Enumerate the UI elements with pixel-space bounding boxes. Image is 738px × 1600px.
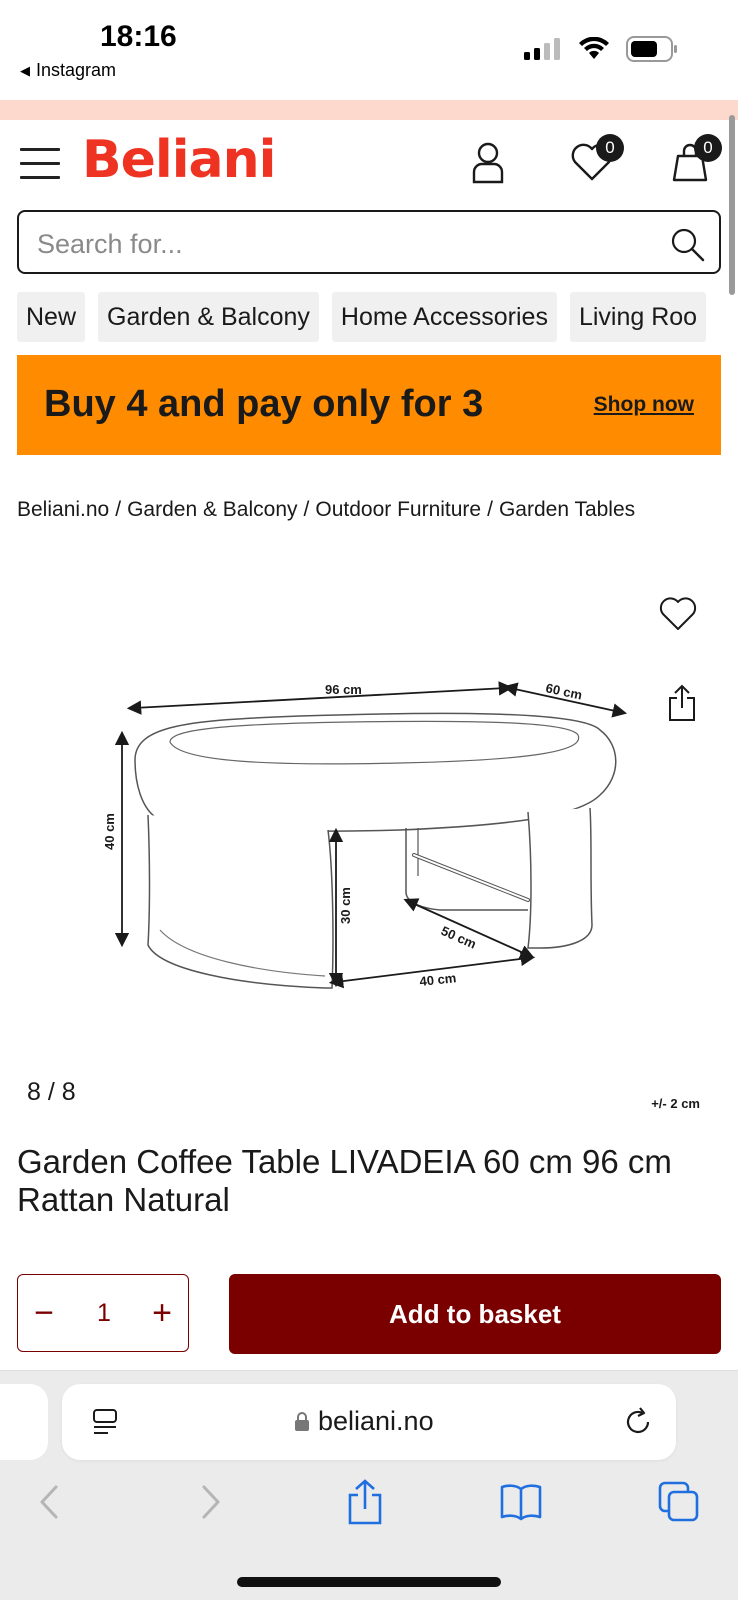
scroll-indicator	[729, 115, 735, 295]
category-home-accessories[interactable]: Home Accessories	[331, 292, 557, 342]
promo-banner[interactable]: Buy 4 and pay only for 3 Shop now	[17, 355, 721, 455]
dim-height-label: 40 cm	[102, 813, 117, 850]
promo-strip	[0, 100, 738, 120]
cart-icon[interactable]: 0	[668, 134, 722, 184]
breadcrumb-home[interactable]: Beliani.no	[17, 498, 109, 521]
shop-now-link[interactable]: Shop now	[594, 393, 694, 417]
wifi-icon	[579, 37, 609, 59]
dimension-tolerance: +/- 2 cm	[651, 1096, 700, 1111]
category-garden-balcony[interactable]: Garden & Balcony	[98, 292, 319, 342]
category-living-room[interactable]: Living Roo	[569, 292, 707, 342]
breadcrumb: Beliani.no / Garden & Balcony / Outdoor Furn…	[17, 498, 635, 522]
breadcrumb-separator: /	[115, 498, 122, 521]
add-to-basket-button[interactable]: Add to basket	[229, 1274, 721, 1354]
cellular-signal-icon	[524, 38, 560, 60]
dim-inner-height-label: 30 cm	[338, 887, 353, 924]
beliani-logo[interactable]: Beliani	[82, 130, 276, 190]
browser-nav-row	[0, 1479, 738, 1529]
home-indicator	[237, 1577, 501, 1587]
dim-inner-depth-label: 50 cm	[439, 923, 479, 952]
breadcrumb-garden-tables[interactable]: Garden Tables	[499, 498, 635, 521]
battery-icon	[626, 36, 677, 62]
back-app-label: Instagram	[36, 60, 117, 80]
breadcrumb-separator: /	[303, 498, 310, 521]
search-placeholder: Search for...	[37, 229, 183, 259]
status-bar: 18:16 ◀ Instagram	[0, 0, 738, 100]
back-chevron-icon[interactable]	[30, 1479, 72, 1525]
dim-inner-width-label: 40 cm	[419, 970, 457, 989]
account-icon[interactable]	[466, 140, 510, 184]
dimension-drawing: 96 cm 60 cm 40 cm 30 cm 50 cm 40 cm	[102, 680, 628, 989]
status-time: 18:16	[100, 20, 177, 53]
status-icons	[524, 36, 678, 62]
site-header: Beliani 0 0	[0, 120, 738, 200]
hamburger-menu-icon[interactable]	[20, 148, 60, 180]
share-icon[interactable]	[666, 684, 698, 722]
previous-tab-peek[interactable]	[0, 1384, 48, 1460]
category-nav: New Garden & Balcony Home Accessories Livin…	[17, 292, 721, 344]
product-title: Garden Coffee Table LIVADEIA 60 cm 96 cm…	[17, 1143, 672, 1218]
promo-banner-text: Buy 4 and pay only for 3	[44, 383, 484, 425]
product-image-gallery[interactable]: 96 cm 60 cm 40 cm 30 cm 50 cm 40 cm 8 / …	[0, 580, 738, 1111]
wishlist-count-badge: 0	[596, 134, 624, 162]
page-menu-icon[interactable]	[90, 1406, 122, 1438]
search-icon[interactable]	[669, 226, 705, 262]
url-display[interactable]: beliani.no	[294, 1406, 434, 1437]
dim-length-label: 96 cm	[325, 682, 362, 697]
cart-count-badge: 0	[694, 134, 722, 162]
breadcrumb-garden-balcony[interactable]: Garden & Balcony	[127, 498, 297, 521]
url-text: beliani.no	[318, 1406, 434, 1436]
share-sheet-icon[interactable]	[344, 1479, 386, 1525]
safari-toolbar: beliani.no	[0, 1371, 738, 1600]
increase-quantity-button[interactable]: +	[144, 1293, 180, 1333]
forward-chevron-icon[interactable]	[188, 1479, 230, 1525]
image-counter: 8 / 8	[27, 1078, 76, 1106]
back-triangle-icon: ◀	[20, 62, 30, 78]
tabs-icon[interactable]	[658, 1479, 700, 1525]
add-to-wishlist-icon[interactable]	[658, 594, 698, 634]
lock-icon	[295, 1411, 309, 1431]
bookmarks-icon[interactable]	[500, 1479, 542, 1525]
search-input[interactable]: Search for...	[17, 210, 721, 274]
back-to-app[interactable]: ◀ Instagram	[20, 60, 116, 81]
quantity-input[interactable]	[80, 1289, 128, 1337]
address-bar[interactable]: beliani.no	[62, 1384, 676, 1460]
wishlist-icon[interactable]: 0	[570, 134, 624, 184]
breadcrumb-outdoor-furniture[interactable]: Outdoor Furniture	[315, 498, 481, 521]
decrease-quantity-button[interactable]: −	[26, 1293, 62, 1333]
quantity-stepper: − +	[17, 1274, 189, 1352]
breadcrumb-separator: /	[487, 498, 493, 521]
reload-icon[interactable]	[622, 1406, 654, 1438]
category-new[interactable]: New	[17, 292, 86, 342]
